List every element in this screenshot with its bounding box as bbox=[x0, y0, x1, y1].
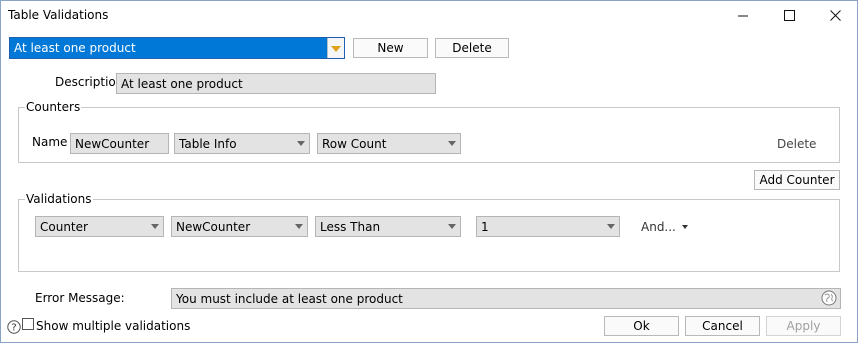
chevron-down-icon bbox=[295, 224, 303, 229]
counter-source-value: Table Info bbox=[179, 136, 237, 151]
description-label: Description bbox=[55, 75, 124, 89]
counter-metric-select[interactable]: Row Count bbox=[317, 133, 461, 154]
chevron-down-icon bbox=[151, 224, 159, 229]
delete-counter-link[interactable]: Delete bbox=[777, 137, 816, 151]
show-multiple-checkbox[interactable] bbox=[22, 318, 34, 330]
counters-legend: Counters bbox=[26, 100, 81, 114]
error-message-value: You must include at least one product bbox=[176, 291, 403, 306]
counter-metric-value: Row Count bbox=[322, 136, 387, 151]
error-message-label: Error Message: bbox=[35, 291, 125, 305]
chevron-down-icon[interactable] bbox=[327, 38, 344, 58]
validation-value-select[interactable]: 1 bbox=[476, 216, 620, 237]
error-message-field[interactable]: You must include at least one product bbox=[171, 288, 841, 309]
validation-counter-value: NewCounter bbox=[176, 219, 251, 234]
show-multiple-label: Show multiple validations bbox=[36, 319, 191, 333]
counter-name-label: Name bbox=[32, 135, 68, 149]
chevron-down-icon bbox=[448, 224, 456, 229]
and-menu-label[interactable]: And... bbox=[641, 220, 676, 234]
apply-button[interactable]: Apply bbox=[766, 316, 841, 336]
chevron-down-icon bbox=[297, 141, 305, 146]
globe-icon[interactable] bbox=[821, 290, 837, 306]
validation-counter-select[interactable]: NewCounter bbox=[171, 216, 308, 237]
validation-select[interactable]: At least one product bbox=[9, 37, 345, 59]
cancel-button[interactable]: Cancel bbox=[685, 316, 760, 336]
minimize-icon[interactable] bbox=[720, 0, 766, 31]
validation-operator-value: Less Than bbox=[320, 219, 381, 234]
validation-operator-select[interactable]: Less Than bbox=[315, 216, 461, 237]
counter-source-select[interactable]: Table Info bbox=[174, 133, 310, 154]
and-dropdown-icon[interactable] bbox=[682, 225, 688, 229]
close-icon[interactable] bbox=[812, 0, 858, 31]
counter-name-field[interactable]: NewCounter bbox=[70, 133, 169, 154]
delete-validation-button[interactable]: Delete bbox=[435, 38, 509, 58]
validation-select-value: At least one product bbox=[14, 41, 136, 55]
svg-text:?: ? bbox=[11, 323, 16, 334]
chevron-down-icon bbox=[448, 141, 456, 146]
add-counter-button[interactable]: Add Counter bbox=[754, 170, 840, 190]
validation-type-select[interactable]: Counter bbox=[35, 216, 164, 237]
help-icon[interactable]: ? bbox=[7, 320, 21, 334]
validation-value-value: 1 bbox=[481, 219, 489, 234]
validation-type-value: Counter bbox=[40, 219, 88, 234]
maximize-icon[interactable] bbox=[766, 0, 812, 31]
ok-button[interactable]: Ok bbox=[604, 316, 679, 336]
new-button[interactable]: New bbox=[353, 38, 428, 58]
description-field[interactable]: At least one product bbox=[116, 73, 436, 94]
validations-legend: Validations bbox=[26, 192, 92, 206]
window-title: Table Validations bbox=[8, 8, 109, 22]
chevron-down-icon bbox=[607, 224, 615, 229]
